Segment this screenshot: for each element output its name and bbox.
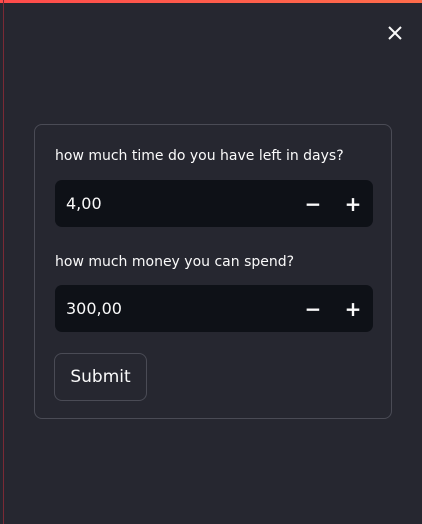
time-input-value[interactable]: 4,00 xyxy=(55,194,293,213)
submit-button[interactable]: Submit xyxy=(54,353,147,401)
money-number-input[interactable]: 300,00 − + xyxy=(55,285,373,332)
time-number-input[interactable]: 4,00 − + xyxy=(55,180,373,227)
form-container: how much time do you have left in days? … xyxy=(34,124,392,419)
time-decrement-button[interactable]: − xyxy=(293,180,333,227)
money-input-value[interactable]: 300,00 xyxy=(55,299,293,318)
money-label: how much money you can spend? xyxy=(55,254,295,270)
money-decrement-button[interactable]: − xyxy=(293,285,333,332)
top-accent-bar xyxy=(0,0,422,3)
sidebar-edge xyxy=(3,0,4,524)
close-sidebar-button[interactable] xyxy=(384,22,406,44)
money-increment-button[interactable]: + xyxy=(333,285,373,332)
close-icon xyxy=(388,26,402,40)
time-increment-button[interactable]: + xyxy=(333,180,373,227)
time-label: how much time do you have left in days? xyxy=(55,148,344,164)
